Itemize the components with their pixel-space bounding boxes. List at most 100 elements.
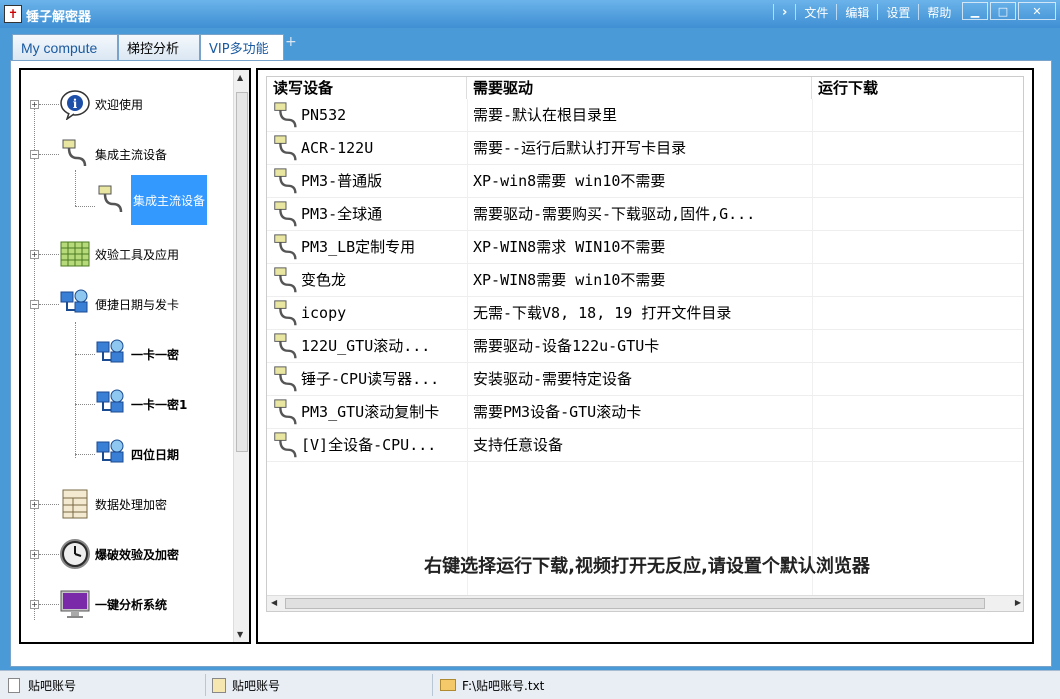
tab-vip-functions[interactable]: VIP多功能 [200,34,284,60]
expand-icon[interactable]: + [30,250,39,259]
device-cell: PN532 [301,106,347,124]
download-cell[interactable] [817,363,1017,396]
table-document-icon [59,488,91,520]
chevron-right-icon[interactable]: › [782,5,787,20]
minimize-button[interactable]: ▁ [962,2,988,20]
usb-cable-icon [271,167,301,197]
network-computers-icon [59,288,91,320]
tree-item-four-digit-date[interactable]: 四位日期 [75,432,179,476]
download-cell[interactable] [817,198,1017,231]
menu-settings[interactable]: 设置 [886,4,910,21]
add-tab-icon[interactable]: + [285,34,297,50]
tree-item-label: 一卡一密1 [131,397,188,412]
driver-cell: XP-WIN8需要 win10不需要 [473,271,666,289]
tree-item-label: 一键分析系统 [95,597,168,612]
driver-cell: 需要驱动-需要购买-下载驱动,固件,G... [473,205,756,223]
menu-edit[interactable]: 编辑 [845,4,869,21]
tree-item-welcome[interactable]: + i 欢迎使用 [21,82,143,126]
download-cell[interactable] [817,99,1017,132]
device-cell: [V]全设备-CPU... [301,436,437,454]
collapse-icon[interactable]: − [30,150,39,159]
download-cell[interactable] [817,297,1017,330]
download-cell[interactable] [817,165,1017,198]
download-cell[interactable] [817,264,1017,297]
column-header-device[interactable]: 读写设备 [267,77,467,99]
tab-my-computer[interactable]: My compute [12,34,118,60]
driver-cell: 需要--运行后默认打开写卡目录 [473,139,687,157]
tree-item-one-card-one-key[interactable]: 一卡一密 [75,332,179,376]
table-row[interactable]: ACR-122U 需要--运行后默认打开写卡目录 [267,132,1023,165]
status-segment-1: 贴吧账号 [8,675,76,695]
collapse-icon[interactable]: − [30,300,39,309]
expand-icon[interactable]: + [30,600,39,609]
table-row[interactable]: PM3-全球通 需要驱动-需要购买-下载驱动,固件,G... [267,198,1023,231]
download-cell[interactable] [817,429,1017,462]
usb-cable-icon [271,200,301,230]
close-button[interactable]: ✕ [1018,2,1056,20]
device-cell: 变色龙 [301,271,347,289]
table-row[interactable]: [V]全设备-CPU... 支持任意设备 [267,429,1023,462]
menu-file[interactable]: 文件 [804,4,828,21]
status-text: 贴吧账号 [232,678,281,693]
scroll-left-icon[interactable]: ◀ [271,598,277,607]
table-row[interactable]: PM3-普通版 XP-win8需要 win10不需要 [267,165,1023,198]
tree-item-label: 便捷日期与发卡 [95,297,180,312]
tree-item-label: 数据处理加密 [95,497,168,512]
tree-item-one-click-analysis[interactable]: + 一键分析系统 [21,582,167,626]
scroll-right-icon[interactable]: ▶ [1015,598,1021,607]
tree-item-one-card-one-key-1[interactable]: 一卡一密1 [75,382,187,426]
svg-text:i: i [73,97,78,111]
tab-elevator-analysis[interactable]: 梯控分析 [118,34,200,60]
tree-item-date-card[interactable]: − 便捷日期与发卡 [21,282,179,326]
usb-cable-icon [271,431,301,461]
driver-cell: XP-win8需要 win10不需要 [473,172,666,190]
table-row[interactable]: PN532 需要-默认在根目录里 [267,99,1023,132]
network-computers-icon [95,438,127,470]
table-row[interactable]: 锤子-CPU读写器... 安装驱动-需要特定设备 [267,363,1023,396]
device-cell: PM3_GTU滚动复制卡 [301,403,440,421]
table-row[interactable]: PM3_GTU滚动复制卡 需要PM3设备-GTU滚动卡 [267,396,1023,429]
menu-help[interactable]: 帮助 [927,4,951,21]
document-icon [8,677,20,693]
menu-bar: › 文件 编辑 设置 帮助 [765,0,951,24]
window-title: 锤子解密器 [26,10,92,25]
status-segment-2: 贴吧账号 [212,675,280,695]
tree-item-brute-force[interactable]: + 爆破效验及加密 [21,532,179,576]
maximize-button[interactable]: □ [990,2,1016,20]
download-cell[interactable] [817,132,1017,165]
driver-cell: 支持任意设备 [473,436,564,454]
device-list: 读写设备 需要驱动 运行下载 PN532 需要-默认在根目录里 ACR-122U 需要… [266,76,1024,612]
device-cell: 122U_GTU滚动... [301,337,431,355]
horizontal-scrollbar[interactable]: ◀ ▶ [267,595,1023,611]
table-row[interactable]: icopy 无需-下载V8, 18, 19 打开文件目录 [267,297,1023,330]
expand-icon[interactable]: + [30,100,39,109]
scroll-up-icon[interactable]: ▲ [237,73,243,82]
status-bar: 贴吧账号 贴吧账号 F:\贴吧账号.txt [0,670,1060,699]
download-cell[interactable] [817,231,1017,264]
scroll-down-icon[interactable]: ▼ [237,630,243,639]
expand-icon[interactable]: + [30,500,39,509]
usb-cable-icon [271,134,301,164]
column-header-driver[interactable]: 需要驱动 [467,77,812,99]
tree-item-devices-sub[interactable]: 集成主流设备 [95,175,207,225]
tree-item-data-encrypt[interactable]: + 数据处理加密 [21,482,167,526]
table-row[interactable]: 122U_GTU滚动... 需要驱动-设备122u-GTU卡 [267,330,1023,363]
status-text: 贴吧账号 [28,678,77,693]
tab-strip: My compute 梯控分析 VIP多功能 + [0,28,1060,60]
download-cell[interactable] [817,330,1017,363]
hint-text: 右键选择运行下载,视频打开无反应,请设置个默认浏览器 [424,556,870,577]
selected-highlight: 集成主流设备 [131,175,207,225]
tree-item-devices[interactable]: − 集成主流设备 [21,132,167,176]
scroll-thumb[interactable] [236,92,248,452]
column-header-download[interactable]: 运行下载 [812,77,1023,99]
table-row[interactable]: PM3_LB定制专用 XP-WIN8需求 WIN10不需要 [267,231,1023,264]
tree-scrollbar[interactable]: ▲ ▼ [233,70,249,642]
tree-item-verify-tools[interactable]: + 效验工具及应用 [21,232,179,276]
expand-icon[interactable]: + [30,550,39,559]
tree-item-label: 集成主流设备 [95,147,168,162]
scroll-thumb[interactable] [285,598,985,609]
status-segment-3: F:\贴吧账号.txt [440,675,544,695]
download-cell[interactable] [817,396,1017,429]
spreadsheet-icon [59,238,91,270]
table-row[interactable]: 变色龙 XP-WIN8需要 win10不需要 [267,264,1023,297]
